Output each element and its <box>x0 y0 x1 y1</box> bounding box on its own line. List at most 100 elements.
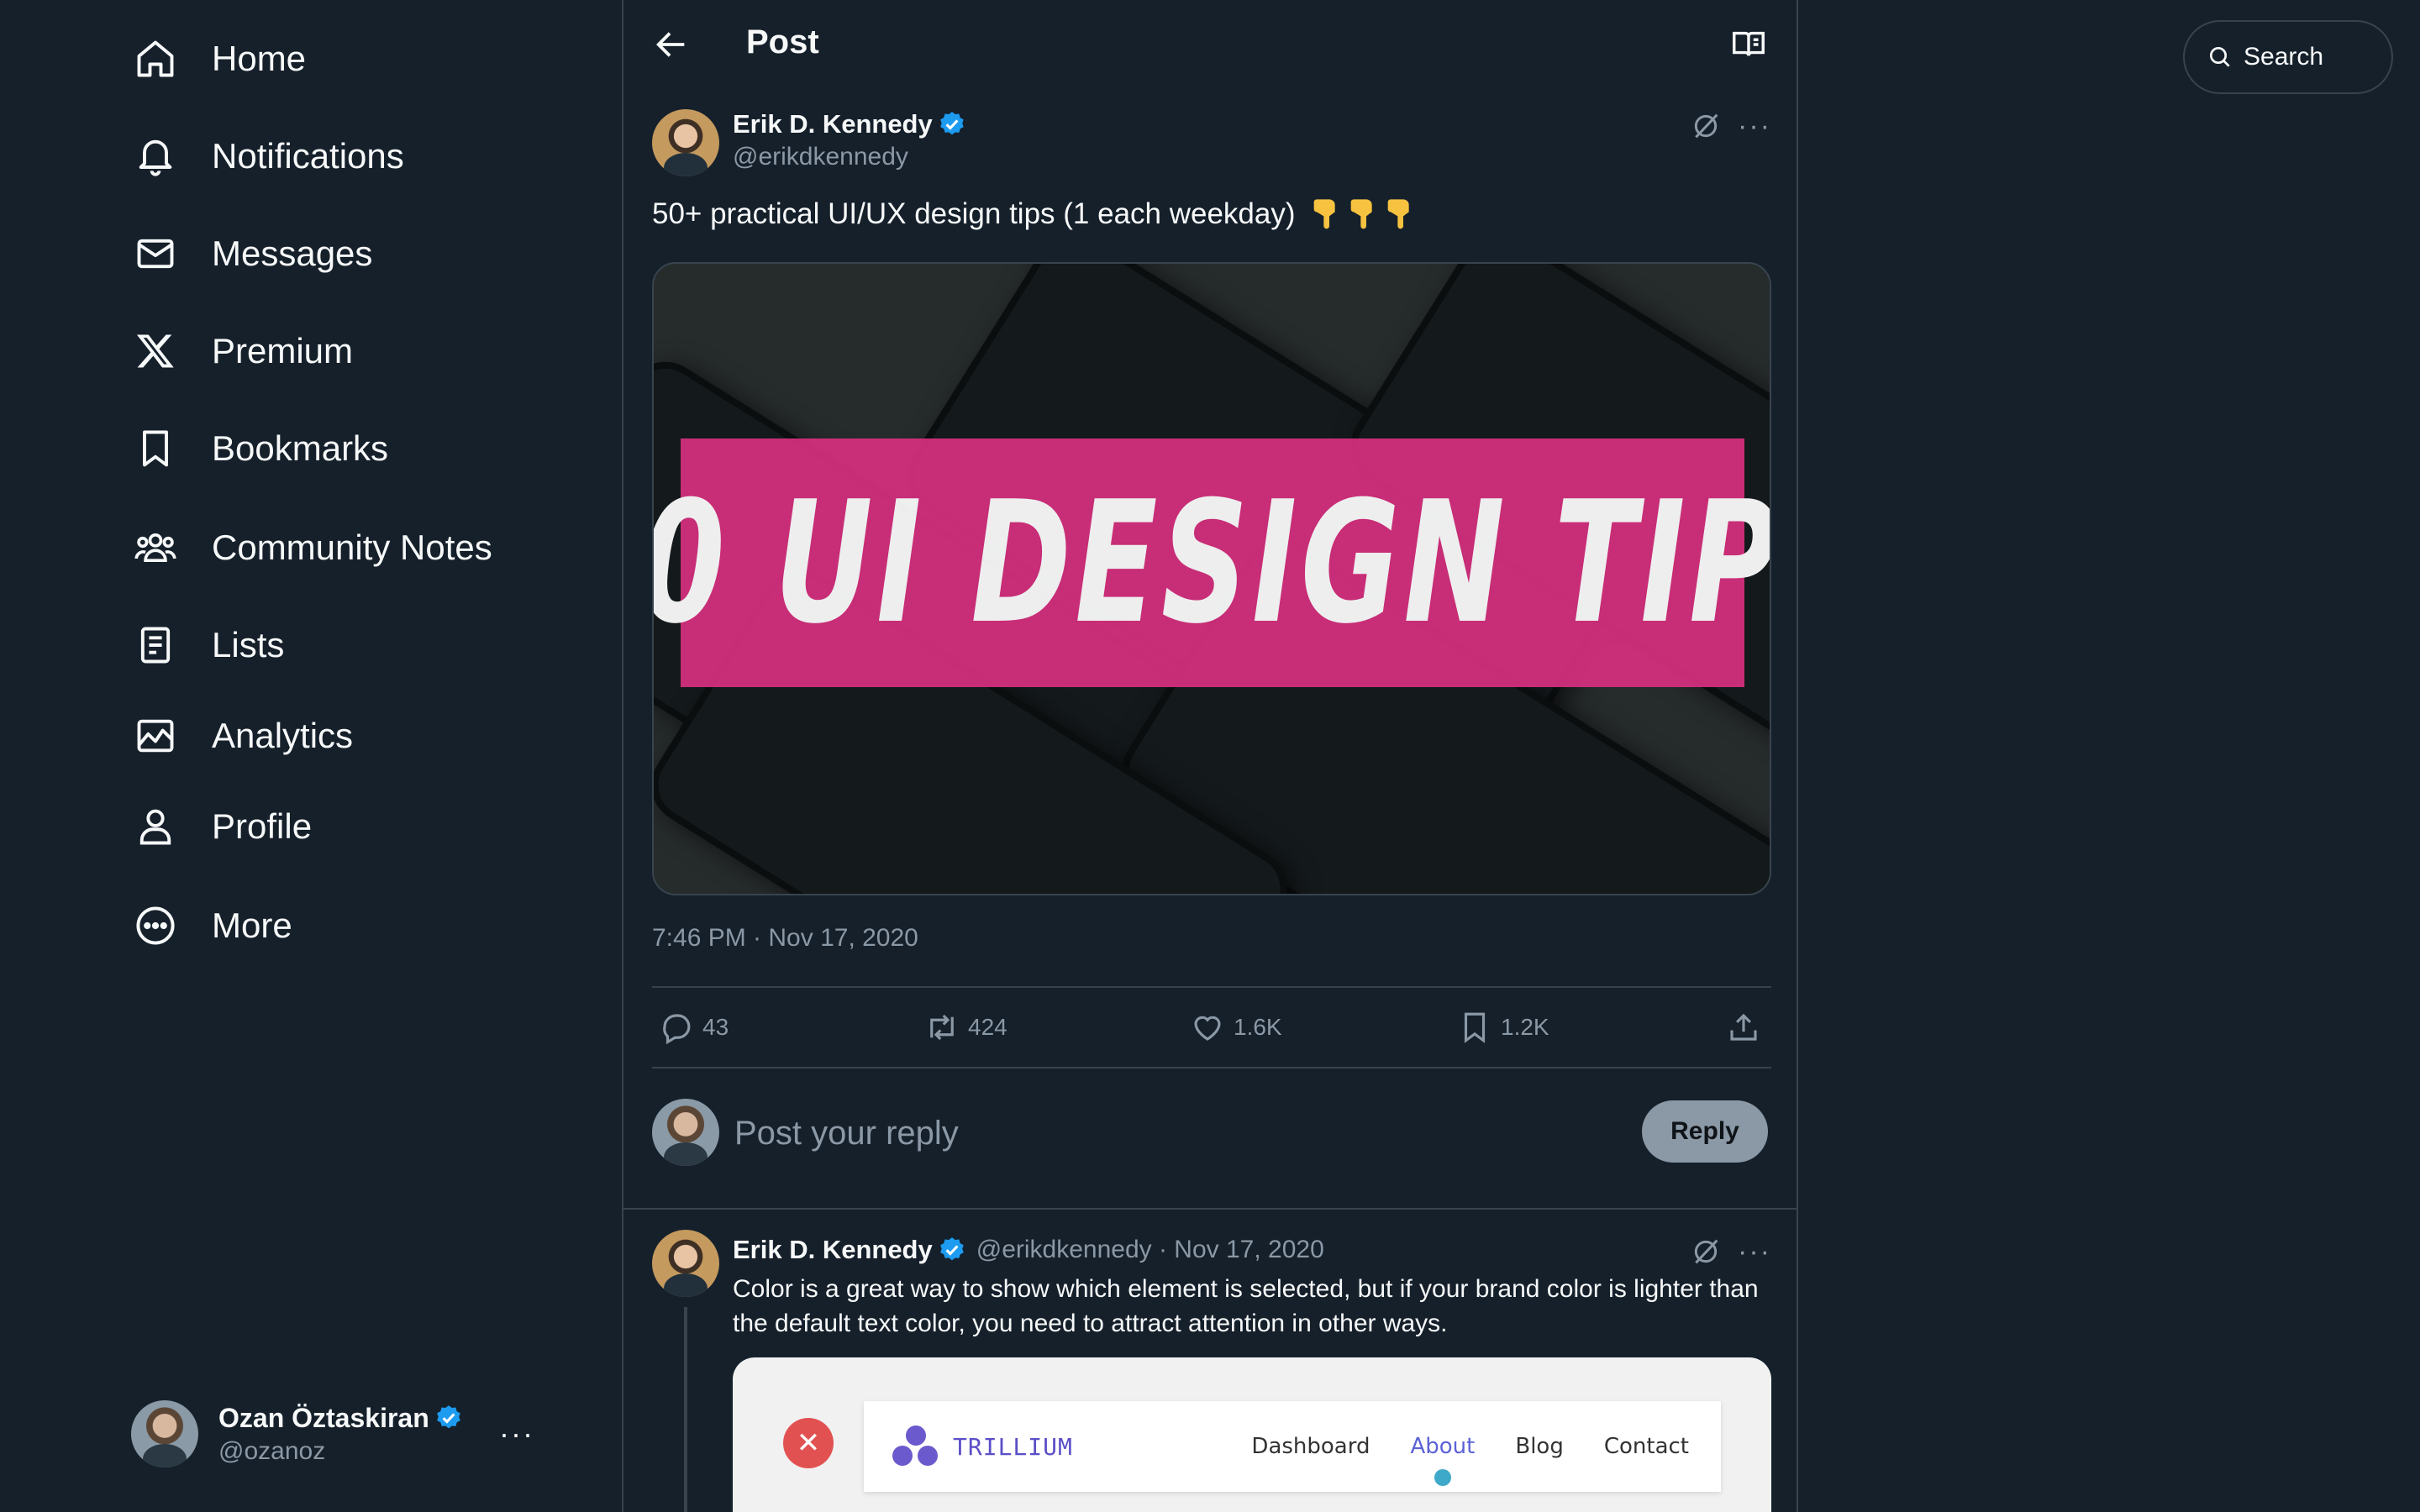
share-button[interactable] <box>1726 1010 1770 1045</box>
nav-analytics[interactable]: Analytics <box>131 702 353 769</box>
reply-author-name[interactable]: Erik D. Kennedy <box>733 1235 933 1265</box>
account-more-icon[interactable]: ··· <box>499 1416 534 1452</box>
app: Home Notifications Messages Premium Book <box>0 0 2420 1512</box>
post-image[interactable]: 50 UI DESIGN TIPS <box>652 262 1771 895</box>
nav-lists-label: Lists <box>212 625 285 664</box>
thread-reply[interactable]: Erik D. Kennedy @erikdkennedy · Nov 17, … <box>652 1230 1771 1512</box>
point-down-emoji-icon <box>1350 199 1372 229</box>
nav-more-label: More <box>212 906 292 945</box>
post-emoji <box>1303 197 1414 230</box>
reply-text: Color is a great way to show which eleme… <box>733 1275 1759 1337</box>
avatar <box>131 1400 198 1467</box>
reply-meta: @erikdkennedy · Nov 17, 2020 <box>976 1236 1324 1263</box>
reply-author-avatar[interactable] <box>652 1230 719 1297</box>
back-arrow-icon[interactable] <box>652 25 691 64</box>
mock-brand: TRILLIUM <box>892 1425 1073 1467</box>
nav-analytics-label: Analytics <box>212 716 354 755</box>
nav-bookmarks[interactable]: Bookmarks <box>131 415 388 482</box>
bookmark-count[interactable]: 1.2K <box>1457 1010 1549 1045</box>
account-handle: @ozanoz <box>218 1436 326 1465</box>
divider <box>623 1208 1797 1210</box>
nav-messages-label: Messages <box>212 234 373 273</box>
nav-premium[interactable]: Premium <box>131 318 353 385</box>
person-icon <box>131 802 180 851</box>
reply-input[interactable] <box>734 1110 1491 1156</box>
verified-badge-icon <box>436 1405 460 1429</box>
mock-link-about: About <box>1410 1434 1476 1486</box>
post-header: Post <box>623 0 1797 89</box>
engagement-bar: 43 424 1.6K 1.2K <box>652 988 1771 1068</box>
author-handle: @erikdkennedy <box>733 143 908 171</box>
reply-count[interactable]: 43 <box>659 1010 729 1045</box>
bookmark-icon <box>131 424 180 473</box>
post-author[interactable]: Erik D. Kennedy @erikdkennedy <box>733 109 966 171</box>
mock-links: Dashboard About Blog Contact <box>1251 1434 1689 1486</box>
thread-connector <box>684 1307 687 1512</box>
post-timestamp[interactable]: 7:46 PM · Nov 17, 2020 <box>652 924 918 953</box>
grok-icon[interactable] <box>1689 1235 1723 1268</box>
analytics-icon <box>131 711 180 760</box>
nav-bookmarks-label: Bookmarks <box>212 428 389 468</box>
active-indicator <box>1434 1469 1451 1486</box>
mock-navbar: TRILLIUM Dashboard About Blog Contact <box>864 1401 1721 1492</box>
nav-profile[interactable]: Profile <box>131 793 312 860</box>
account-names: Ozan Öztaskiran @ozanoz <box>218 1403 463 1466</box>
close-icon: ✕ <box>783 1418 834 1468</box>
nav-premium-label: Premium <box>212 331 354 370</box>
nav-notifications[interactable]: Notifications <box>131 123 404 190</box>
reader-mode-icon[interactable] <box>1729 25 1768 64</box>
bookmark-icon <box>1464 1012 1486 1043</box>
home-icon <box>131 34 180 83</box>
people-icon <box>131 523 180 572</box>
account-name-row: Ozan Öztaskiran <box>218 1403 463 1434</box>
repost-count-label: 424 <box>968 1014 1007 1040</box>
bookmark-count-label: 1.2K <box>1501 1014 1549 1040</box>
heart-icon <box>1194 1016 1221 1041</box>
divider <box>652 1067 1771 1068</box>
reply-count-label: 43 <box>702 1014 729 1040</box>
point-down-emoji-icon <box>1387 199 1409 229</box>
more-circle-icon <box>131 901 180 950</box>
mock-link-about-label: About <box>1410 1434 1476 1459</box>
nav-notifications-label: Notifications <box>212 136 404 176</box>
author-name: Erik D. Kennedy <box>733 109 933 139</box>
mock-link-blog: Blog <box>1515 1434 1564 1459</box>
search-box[interactable] <box>2183 20 2393 94</box>
verified-badge-icon <box>939 112 964 135</box>
like-count[interactable]: 1.6K <box>1190 1010 1282 1045</box>
trillium-logo-icon <box>892 1425 939 1467</box>
grok-icon[interactable] <box>1689 109 1723 143</box>
sidebar: Home Notifications Messages Premium Book <box>0 0 622 1512</box>
author-avatar[interactable] <box>652 109 719 176</box>
envelope-icon <box>131 229 180 278</box>
nav-messages[interactable]: Messages <box>131 220 372 287</box>
reply-image[interactable]: ✕ TRILLIUM Dashboard About Blog Contact <box>733 1357 1771 1512</box>
search-input[interactable] <box>2244 43 2386 71</box>
repost-icon <box>930 1014 954 1041</box>
x-logo-icon <box>131 327 180 375</box>
reply-composer: Reply <box>652 1097 1771 1168</box>
reply-top-actions: ··· <box>1689 1235 1771 1268</box>
mock-link-dashboard: Dashboard <box>1251 1434 1370 1459</box>
nav-home-label: Home <box>212 39 307 78</box>
point-down-emoji-icon <box>1313 199 1335 229</box>
account-switcher[interactable]: Ozan Öztaskiran @ozanoz ··· <box>131 1396 534 1472</box>
account-name: Ozan Öztaskiran <box>218 1402 429 1433</box>
mock-link-contact: Contact <box>1603 1434 1689 1459</box>
reply-button[interactable]: Reply <box>1642 1100 1768 1163</box>
list-icon <box>131 621 180 669</box>
repost-count[interactable]: 424 <box>924 1010 1007 1045</box>
share-icon <box>1730 1013 1757 1041</box>
search-icon <box>2210 47 2230 67</box>
nav-lists[interactable]: Lists <box>131 612 284 679</box>
nav-home[interactable]: Home <box>131 25 306 92</box>
post-text-body: 50+ practical UI/UX design tips (1 each … <box>652 197 1296 230</box>
more-options-icon[interactable]: ··· <box>1738 1237 1771 1266</box>
nav-community-notes[interactable]: Community Notes <box>131 514 492 581</box>
more-options-icon[interactable]: ··· <box>1738 112 1771 140</box>
post-top-actions: ··· <box>1689 109 1771 143</box>
nav-more[interactable]: More <box>131 892 292 959</box>
nav-community-notes-label: Community Notes <box>212 528 492 567</box>
author-name-row: Erik D. Kennedy <box>733 109 966 139</box>
headline-text: 50 UI DESIGN TIPS <box>654 465 1770 661</box>
